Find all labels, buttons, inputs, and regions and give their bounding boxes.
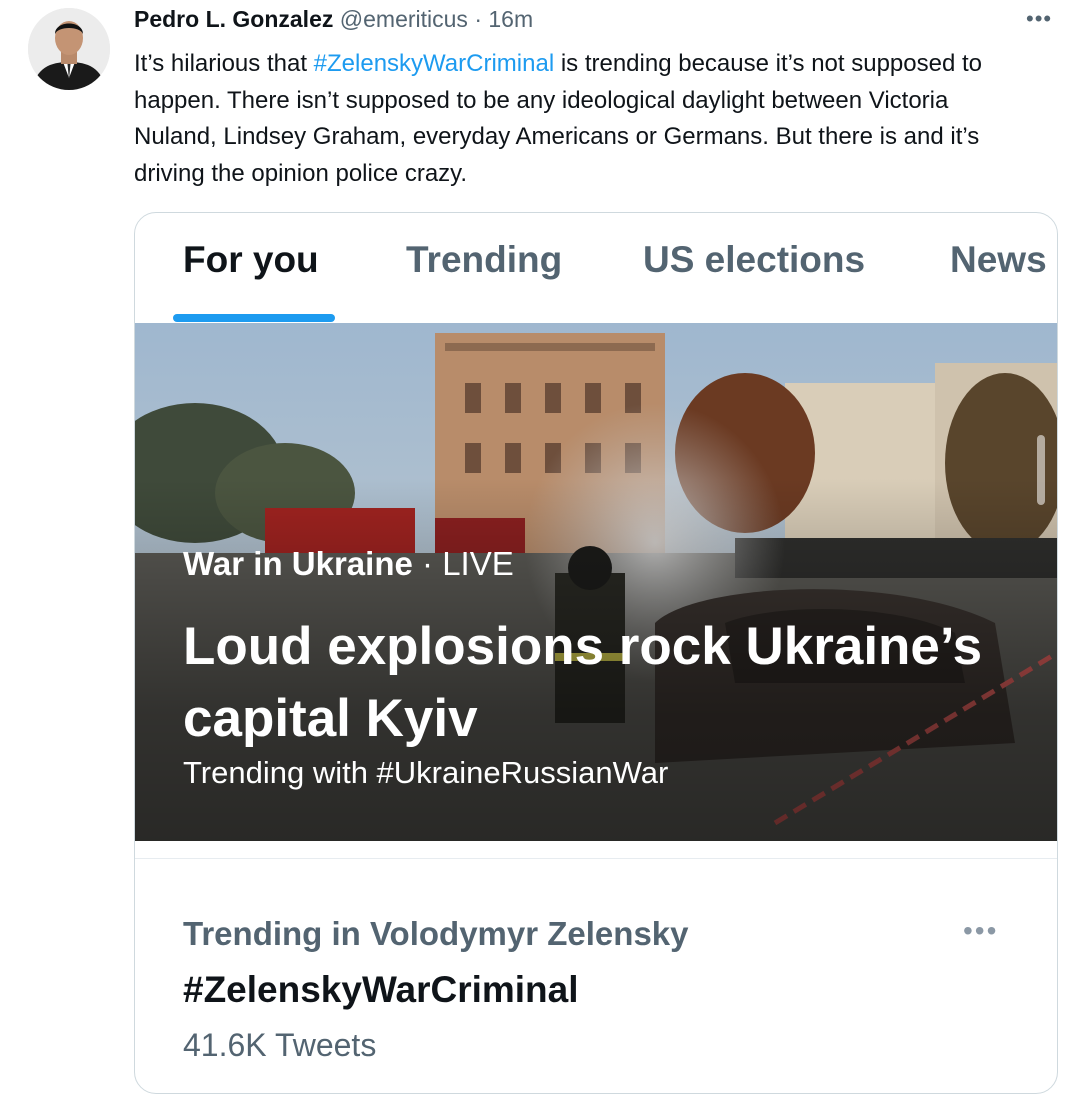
author-name[interactable]: Pedro L. Gonzalez [134,6,333,32]
tweet-header: Pedro L. Gonzalez @emeriticus · 16m [134,6,533,33]
hero-separator: · [422,545,434,582]
scrollbar-thumb[interactable] [1037,435,1045,505]
tweet-timestamp[interactable]: 16m [488,6,533,32]
more-horizontal-icon[interactable]: ••• [1026,6,1052,32]
explore-card: For you Trending US elections News War i… [134,212,1058,1094]
divider [135,858,1057,859]
author-handle[interactable]: @emeriticus [340,6,468,32]
tweet-text: It’s hilarious that #ZelenskyWarCriminal… [134,46,1034,192]
tab-us-elections[interactable]: US elections [643,239,865,281]
trend-name[interactable]: #ZelenskyWarCriminal [183,969,579,1011]
tab-news[interactable]: News [950,239,1047,281]
explore-tabs: For you Trending US elections News [135,213,1057,323]
profile-photo [28,8,110,90]
tweet-text-start: It’s hilarious that [134,50,314,77]
hero-topic-line: War in Ukraine · LIVE [183,545,514,583]
trend-tweet-count: 41.6K Tweets [183,1027,377,1063]
hero-news-card[interactable]: War in Ukraine · LIVE Loud explosions ro… [135,323,1057,841]
separator-dot: · [474,6,482,32]
tab-for-you[interactable]: For you [183,239,319,281]
hashtag-link[interactable]: #ZelenskyWarCriminal [314,50,555,77]
hero-subtitle: Trending with #UkraineRussianWar [183,755,669,790]
hero-headline[interactable]: Loud explosions rock Ukraine’s capital K… [183,611,983,755]
trend-more-icon[interactable]: ••• [963,915,998,947]
hero-topic: War in Ukraine [183,545,413,582]
tab-trending[interactable]: Trending [406,239,562,281]
avatar[interactable] [28,8,110,90]
trend-context: Trending in Volodymyr Zelensky [183,915,689,952]
active-tab-indicator [173,314,335,322]
live-label: LIVE [442,545,514,582]
